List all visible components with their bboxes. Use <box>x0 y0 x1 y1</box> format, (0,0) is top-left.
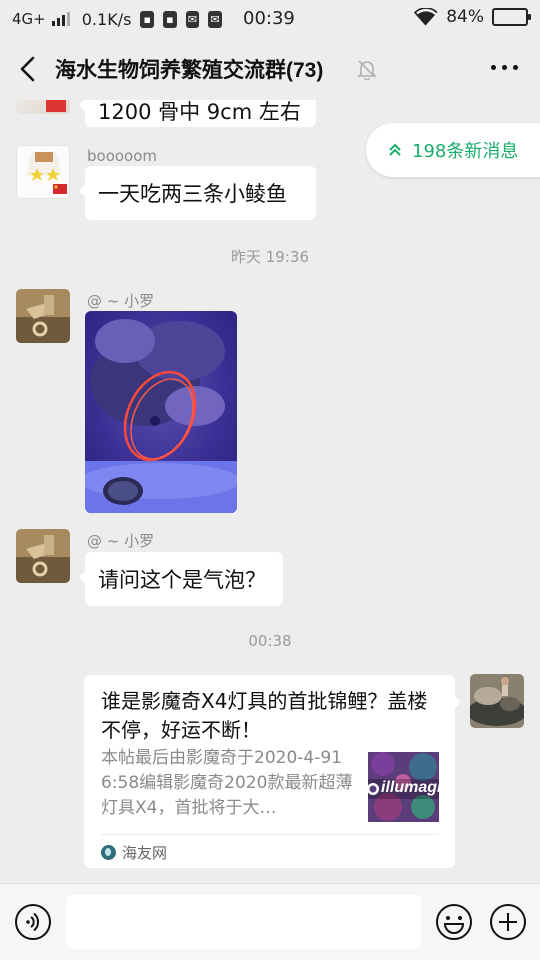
new-messages-button[interactable]: 198条新消息 <box>366 123 540 177</box>
message-image[interactable] <box>85 311 237 513</box>
bell-off-icon <box>357 60 377 80</box>
chat-title[interactable]: 海水生物饲养繁殖交流群(73) <box>55 54 323 84</box>
sender-name: @ ~ 小罗 <box>87 292 155 310</box>
chevron-left-icon[interactable] <box>14 54 44 84</box>
more-dots-icon[interactable] <box>491 65 518 70</box>
time-divider: 昨天 19:36 <box>231 248 309 266</box>
link-card-title: 谁是影魔奇X4灯具的首批锦鲤？盖楼不停，好运不断！ <box>101 689 428 742</box>
status-time: 00:39 <box>243 8 295 29</box>
status-right: 84% <box>414 7 531 27</box>
mail-notification-icon: ✉ <box>185 10 200 28</box>
divider <box>101 834 438 835</box>
app-notification-icon: ▪ <box>140 10 155 28</box>
app-notification-icon: ▪ <box>163 10 177 28</box>
source-name: 海友网 <box>122 844 168 862</box>
message-bubble[interactable]: 一天吃两三条小鲮鱼 <box>79 166 316 220</box>
avatar[interactable] <box>16 100 70 114</box>
input-bar <box>0 883 540 960</box>
avatar[interactable] <box>470 674 524 728</box>
thumbnail-text: illumagi <box>381 779 439 796</box>
aquarium-avatar-image <box>16 289 70 343</box>
status-left: 4G+ 0.1K/s ▪ ▪ ✉ ✉ <box>12 10 222 29</box>
cat-avatar-image <box>17 146 69 198</box>
aquarium-avatar-image <box>16 529 70 583</box>
time-divider: 00:38 <box>248 632 292 650</box>
sender-name: @ ~ 小罗 <box>87 532 155 550</box>
status-bar: 4G+ 0.1K/s ▪ ▪ ✉ ✉ 00:39 84% <box>0 0 540 38</box>
mail-notification-icon: ✉ <box>208 10 222 28</box>
message-input[interactable] <box>66 895 421 949</box>
message-text: 1200 骨中 9cm 左右 <box>98 100 301 124</box>
link-card[interactable]: 谁是影魔奇X4灯具的首批锦鲤？盖楼不停，好运不断！ 本帖最后由影魔奇于2020-… <box>84 675 461 868</box>
message-text: 一天吃两三条小鲮鱼 <box>98 182 287 206</box>
link-card-description: 本帖最后由影魔奇于2020-4-916:58编辑影魔奇2020款最新超薄灯具X4… <box>101 748 353 818</box>
message-text: 请问这个是气泡？ <box>98 568 266 592</box>
coral-photo <box>85 311 237 513</box>
network-type: 4G+ <box>12 10 46 28</box>
new-messages-label: 198条新消息 <box>412 141 519 162</box>
message-bubble[interactable]: 1200 骨中 9cm 左右 <box>79 100 316 127</box>
voice-icon[interactable] <box>14 903 52 941</box>
emoji-icon[interactable] <box>435 903 473 941</box>
wifi-icon <box>414 8 438 26</box>
network-speed: 0.1K/s <box>81 9 132 29</box>
chat-header: 海水生物饲养繁殖交流群(73) <box>0 38 540 100</box>
battery-percent: 84% <box>446 7 484 27</box>
signal-icon <box>51 12 70 26</box>
avatar[interactable] <box>16 289 70 343</box>
avatar[interactable] <box>16 529 70 583</box>
chat-messages[interactable]: 1200 骨中 9cm 左右 198条新消息 booooom 一天吃两三条小鲮鱼… <box>0 100 540 883</box>
rock-pool-avatar-image <box>470 674 524 728</box>
source-logo-icon <box>101 845 116 860</box>
plus-icon[interactable] <box>489 903 527 941</box>
battery-icon <box>492 8 531 26</box>
double-chevron-up-icon <box>389 143 401 156</box>
message-bubble[interactable]: 请问这个是气泡？ <box>79 552 283 606</box>
link-card-thumbnail: illumagi <box>368 752 439 822</box>
sender-name: booooom <box>87 147 158 165</box>
link-card-source: 海友网 <box>101 842 167 863</box>
avatar[interactable] <box>16 145 70 199</box>
